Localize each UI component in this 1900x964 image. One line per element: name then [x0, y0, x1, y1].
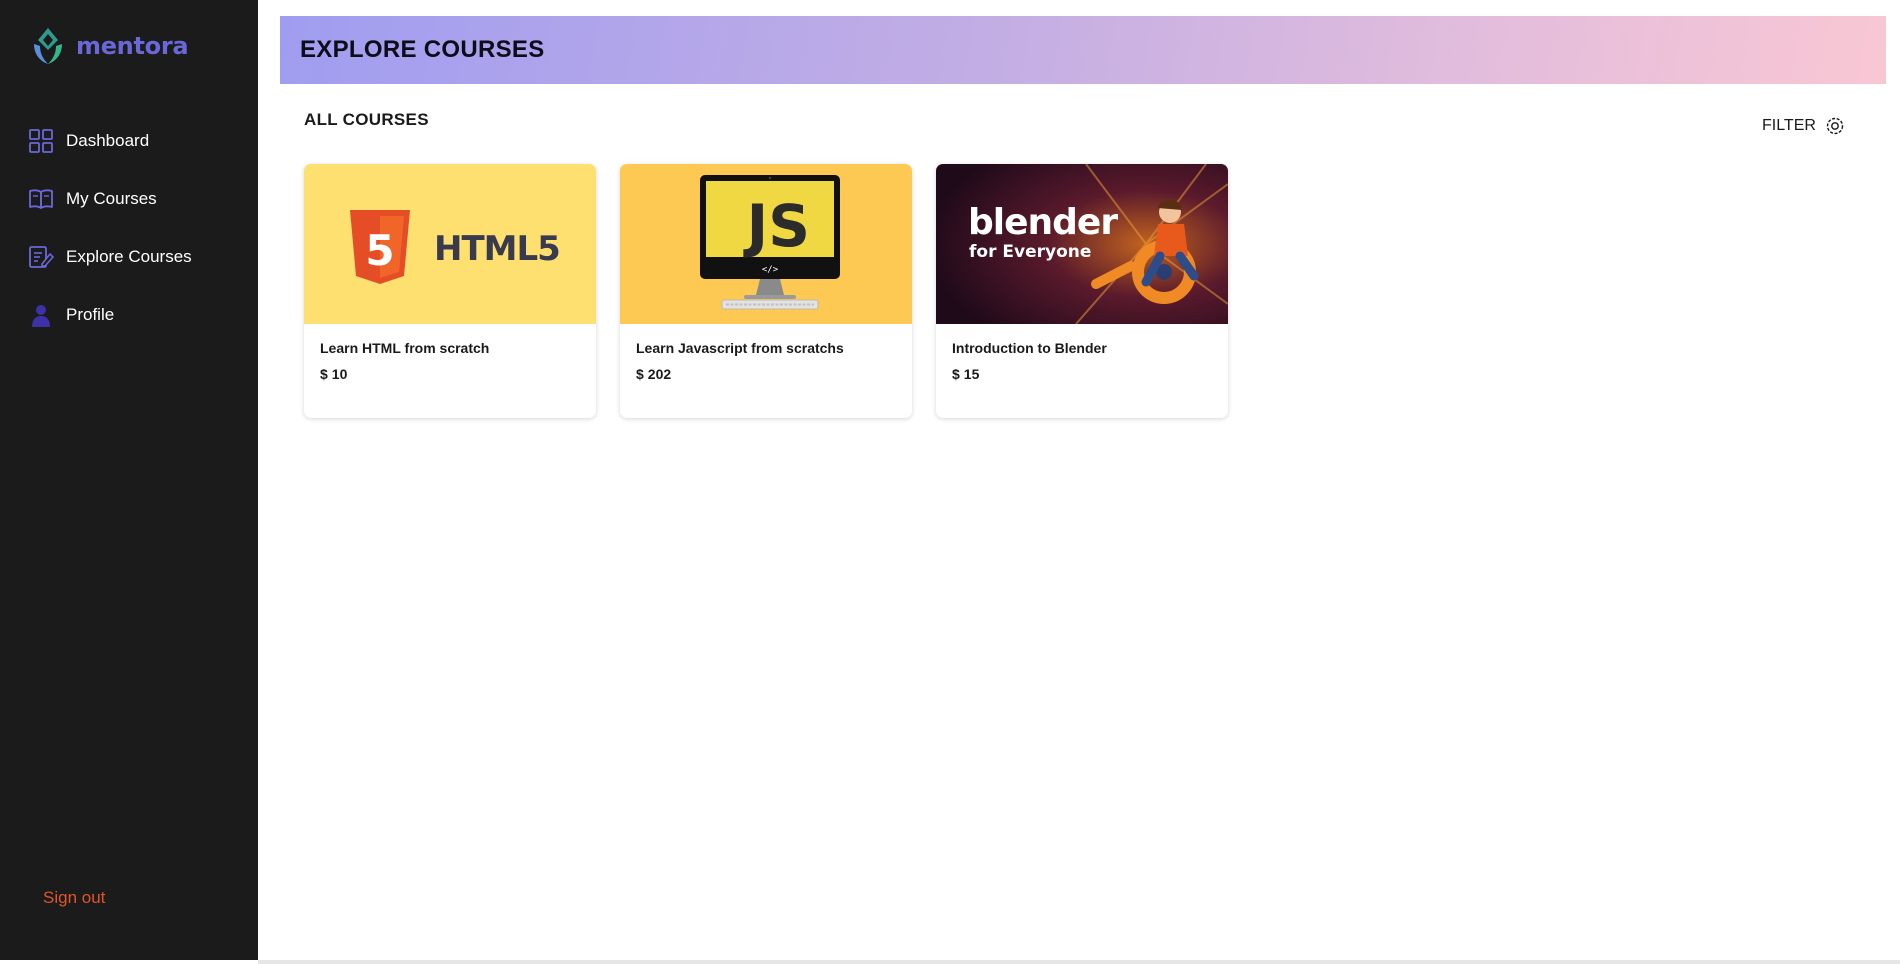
user-icon — [32, 305, 50, 327]
sidebar-item-label: Explore Courses — [66, 247, 192, 266]
sidebar-item-explore-courses[interactable]: Explore Courses — [28, 240, 248, 274]
html5-badge-text: 5 — [365, 226, 394, 275]
sidebar-item-label: Profile — [66, 305, 115, 324]
sign-out-link[interactable]: Sign out — [43, 888, 105, 908]
app-root: mentora Dashboard My Courses Explore Cou… — [0, 0, 1900, 964]
gear-icon — [1826, 117, 1844, 135]
course-card-javascript[interactable]: JS </> Learn Javascript from scratchs $2… — [620, 164, 912, 418]
sidebar-nav: Dashboard My Courses Explore Courses Pro… — [28, 124, 248, 356]
html5-thumbnail: 5 HTML5 — [304, 164, 596, 324]
section-title: ALL COURSES — [304, 110, 429, 129]
sidebar-item-dashboard[interactable]: Dashboard — [28, 124, 248, 158]
book-icon — [29, 189, 53, 209]
js-logo-text: JS — [743, 192, 810, 260]
course-title: Learn HTML from scratch — [320, 340, 490, 356]
card-body: Learn HTML from scratch $10 — [304, 324, 596, 382]
page-header-banner: EXPLORE COURSES — [280, 16, 1886, 84]
course-title: Learn Javascript from scratchs — [636, 340, 844, 356]
course-grid: 5 HTML5 Learn HTML from scratch $10 JS <… — [304, 164, 1228, 418]
grid-icon — [29, 129, 53, 153]
blender-logo-text: blender — [968, 202, 1118, 243]
sidebar-item-label: My Courses — [66, 189, 157, 208]
sidebar-item-label: Dashboard — [66, 131, 150, 150]
html5-logo-text: HTML5 — [434, 229, 560, 269]
course-price: $202 — [636, 366, 896, 382]
mentora-logo-icon — [34, 28, 62, 64]
course-card-html[interactable]: 5 HTML5 Learn HTML from scratch $10 — [304, 164, 596, 418]
brand[interactable]: mentora — [30, 26, 189, 66]
sidebar: mentora Dashboard My Courses Explore Cou… — [0, 0, 258, 960]
course-price: $15 — [952, 366, 1212, 382]
code-tag-text: </> — [762, 265, 779, 275]
course-title: Introduction to Blender — [952, 340, 1107, 356]
blender-thumbnail: blender for Everyone — [936, 164, 1228, 324]
bottom-divider — [258, 960, 1900, 964]
course-price: $10 — [320, 366, 580, 382]
card-body: Learn Javascript from scratchs $202 — [620, 324, 912, 382]
brand-name: mentora — [76, 32, 189, 60]
price-value: 202 — [647, 366, 672, 382]
filter-button[interactable]: FILTER — [1762, 116, 1845, 136]
filter-label: FILTER — [1762, 117, 1816, 134]
edit-list-icon — [29, 246, 54, 268]
javascript-thumbnail: JS </> — [620, 164, 912, 324]
sidebar-item-my-courses[interactable]: My Courses — [28, 182, 248, 216]
price-value: 10 — [331, 366, 348, 382]
price-currency: $ — [320, 366, 328, 382]
price-currency: $ — [952, 366, 960, 382]
sidebar-item-profile[interactable]: Profile — [28, 298, 248, 332]
course-card-blender[interactable]: blender for Everyone Introduction to Ble… — [936, 164, 1228, 418]
price-currency: $ — [636, 366, 644, 382]
card-body: Introduction to Blender $15 — [936, 324, 1228, 382]
price-value: 15 — [963, 366, 980, 382]
blender-subtitle-text: for Everyone — [969, 242, 1091, 262]
page-title: EXPLORE COURSES — [300, 36, 545, 63]
